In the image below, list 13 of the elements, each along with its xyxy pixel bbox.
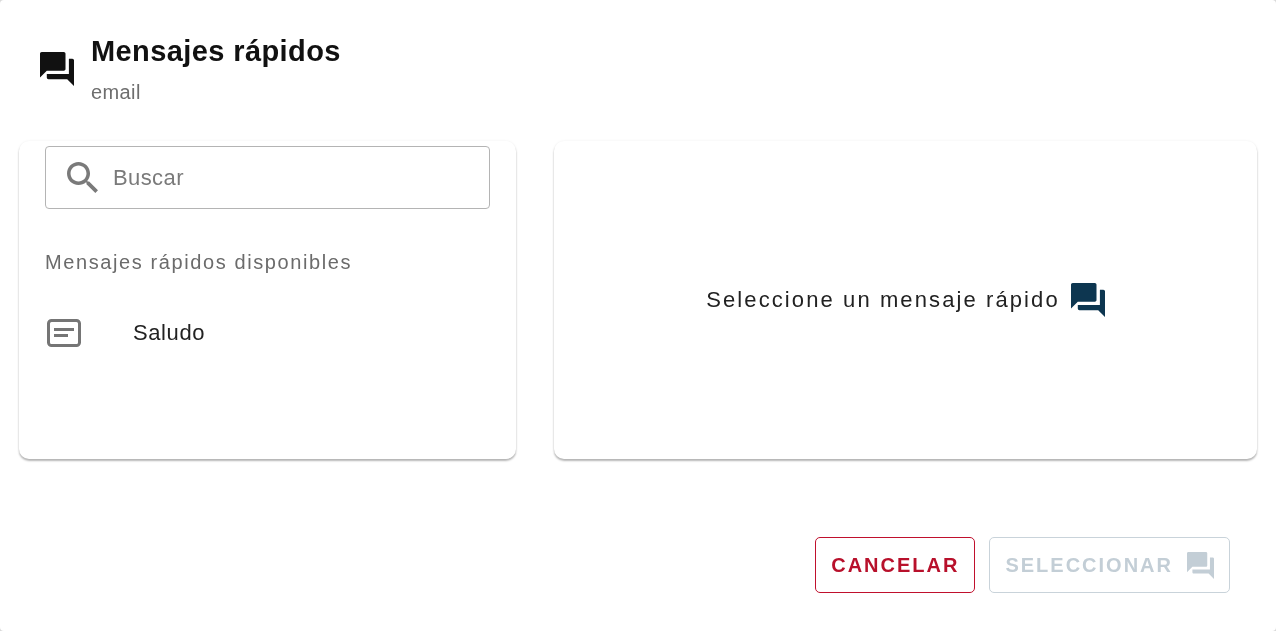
empty-preview-message: Seleccione un mensaje rápido: [706, 287, 1060, 313]
cancel-button[interactable]: CANCELAR: [815, 537, 976, 593]
chat-bubbles-icon: [1070, 283, 1105, 317]
search-icon: [67, 162, 98, 193]
dialog-subtitle: email: [91, 80, 141, 104]
search-field[interactable]: Buscar: [45, 146, 490, 209]
chat-bubbles-icon: [40, 52, 74, 86]
message-icon: [47, 319, 81, 347]
message-list-item[interactable]: Saludo: [45, 308, 490, 358]
message-title: Saludo: [133, 320, 206, 346]
dialog-title: Mensajes rápidos: [91, 34, 341, 69]
section-heading: Mensajes rápidos disponibles: [45, 250, 353, 275]
chat-bubbles-icon: [1187, 551, 1214, 579]
